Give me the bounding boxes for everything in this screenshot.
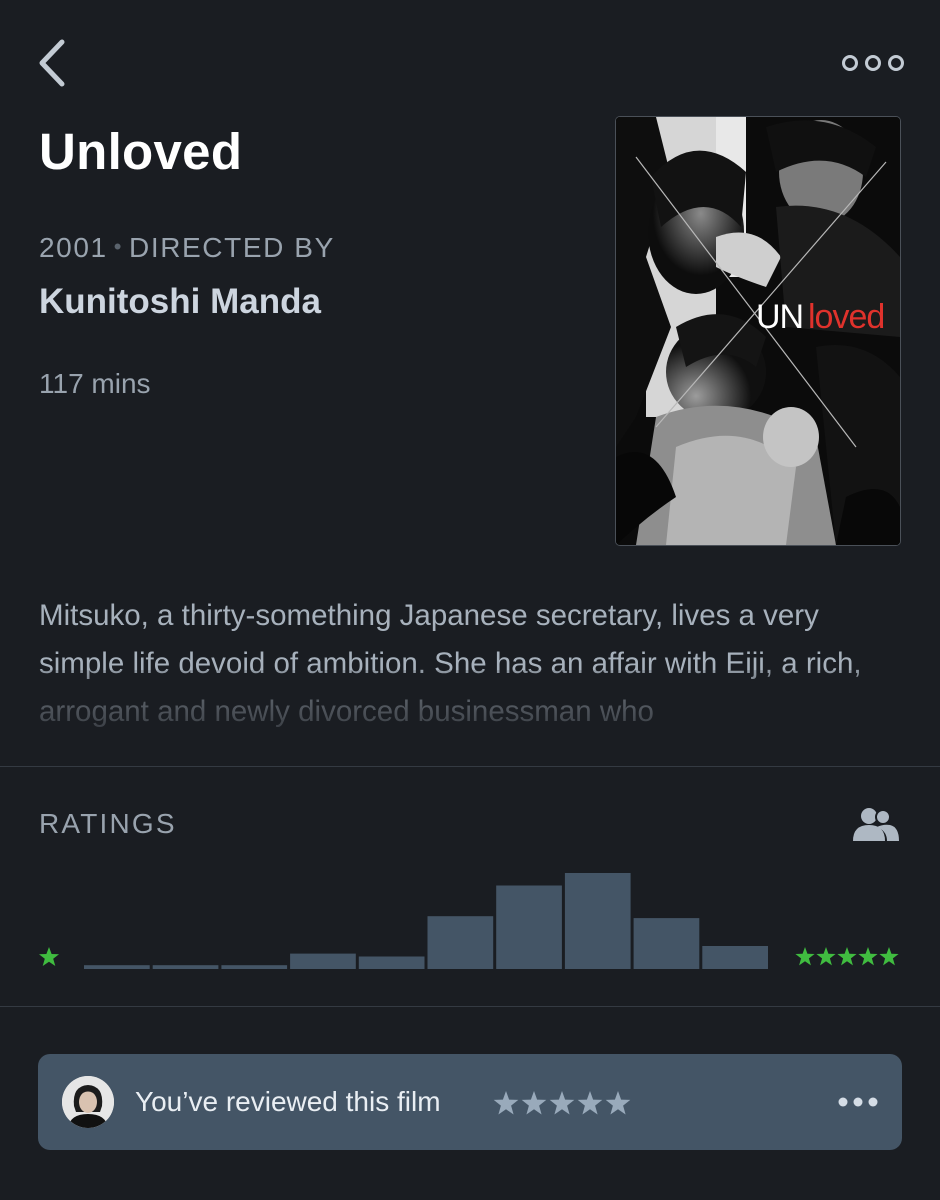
rating-bar-2[interactable] (152, 965, 219, 969)
film-year[interactable]: 2001 (39, 232, 108, 263)
rating-bar-7[interactable] (496, 885, 562, 970)
five-stars-icon (795, 947, 899, 966)
review-more-button[interactable] (836, 1092, 880, 1112)
one-star-icon (39, 947, 59, 966)
review-status-text: You’ve reviewed this film (135, 1086, 441, 1117)
film-poster[interactable]: UN loved (615, 116, 901, 546)
film-meta: 2001 • DIRECTED BY (39, 230, 335, 268)
people-icon (853, 808, 899, 841)
more-options-button[interactable] (838, 48, 908, 78)
film-page: Unloved 2001 • DIRECTED BY Kunitoshi Manda… (0, 0, 940, 1200)
divider (0, 766, 940, 767)
divider (0, 1006, 940, 1007)
rating-bar-9[interactable] (633, 918, 700, 969)
rating-bar-5[interactable] (358, 956, 425, 970)
chevron-left-icon (39, 39, 65, 87)
synopsis[interactable]: Mitsuko, a thirty-something Japanese sec… (39, 592, 909, 727)
director-name[interactable]: Kunitoshi Manda (39, 280, 321, 324)
separator-dot: • (113, 234, 124, 259)
ratings-heading: RATINGS (39, 808, 177, 839)
rating-bar-1[interactable] (84, 965, 150, 969)
more-circles-icon (842, 55, 904, 71)
directed-by-label: DIRECTED BY (129, 232, 335, 263)
avatar (62, 1076, 114, 1128)
film-title: Unloved (39, 123, 243, 180)
back-button[interactable] (32, 36, 76, 92)
friends-ratings-button[interactable] (852, 805, 900, 843)
film-runtime: 117 mins (39, 368, 151, 399)
review-rating-stars (493, 1091, 631, 1115)
poster-artwork: UN loved (616, 117, 900, 545)
rating-bar-4[interactable] (290, 953, 356, 969)
poster-title-un: UN (756, 298, 803, 336)
your-review-card[interactable]: You’ve reviewed this film (38, 1054, 902, 1150)
rating-bar-6[interactable] (427, 916, 494, 969)
rating-bar-10[interactable] (702, 946, 768, 969)
rating-bar-3[interactable] (221, 965, 288, 969)
poster-title-loved: loved (808, 298, 884, 336)
rating-bar-8[interactable] (564, 873, 631, 969)
user-avatar-image (62, 1076, 114, 1128)
more-dots-icon (838, 1097, 878, 1107)
